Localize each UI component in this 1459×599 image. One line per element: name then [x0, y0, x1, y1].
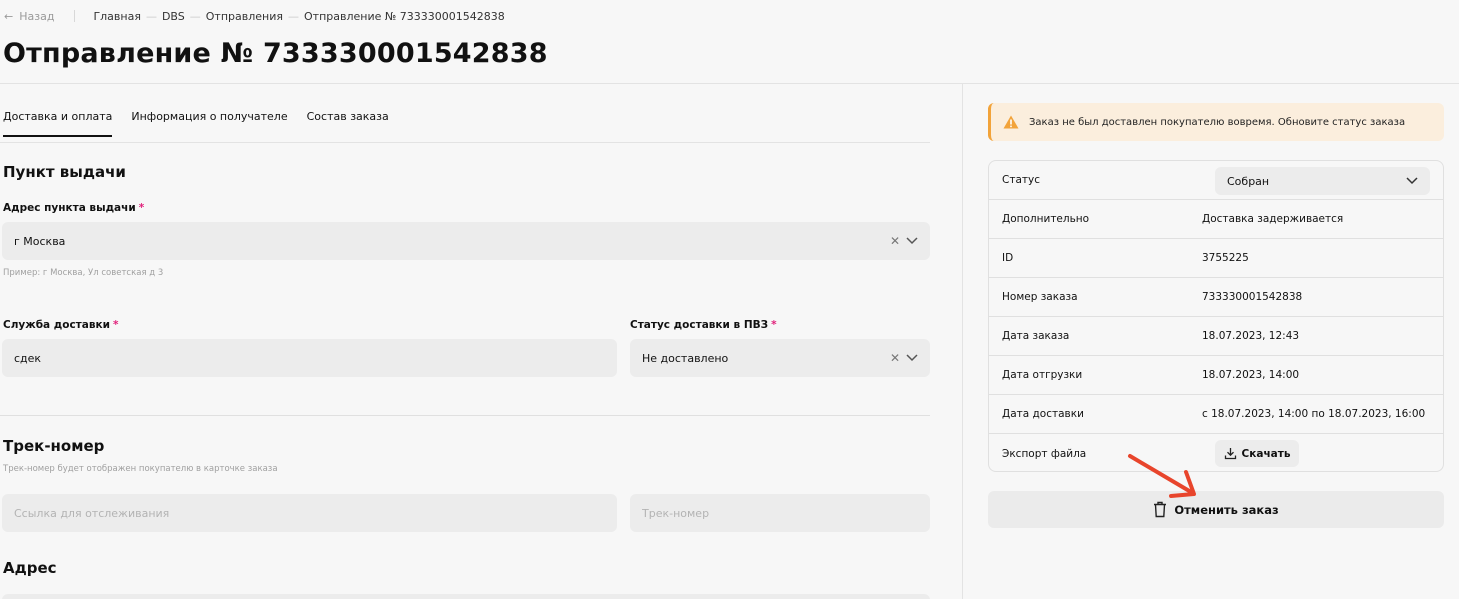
- breadcrumb-dbs[interactable]: DBS: [162, 10, 185, 23]
- delivery-service-value: сдек: [14, 351, 42, 365]
- pickup-section-title: Пункт выдачи: [3, 163, 126, 181]
- delivery-service-label: Служба доставки *: [3, 319, 119, 331]
- table-row: Дата заказа 18.07.2023, 12:43: [989, 317, 1443, 356]
- clear-icon[interactable]: ✕: [890, 234, 900, 248]
- delivery-service-field[interactable]: сдек: [2, 339, 617, 377]
- track-hint: Трек-номер будет отображен покупателю в …: [3, 464, 278, 474]
- table-row: Статус Собран: [989, 161, 1443, 200]
- cancel-order-button[interactable]: Отменить заказ: [988, 491, 1444, 528]
- table-row: Дата доставки с 18.07.2023, 14:00 по 18.…: [989, 395, 1443, 434]
- tab-bar: Доставка и оплата Информация о получател…: [3, 110, 389, 137]
- table-row: Номер заказа 733330001542838: [989, 278, 1443, 317]
- row-value: с 18.07.2023, 14:00 по 18.07.2023, 16:00: [1202, 408, 1426, 420]
- address-label: Адрес пункта выдачи *: [3, 202, 145, 214]
- header-divider: [0, 83, 1459, 84]
- required-mark: *: [138, 202, 145, 214]
- delivery-status-value: Не доставлено: [642, 351, 729, 365]
- breadcrumb-home[interactable]: Главная: [93, 10, 141, 23]
- arrow-left-icon: ←: [4, 9, 14, 23]
- breadcrumb-separator: —: [189, 9, 201, 23]
- track-number-field[interactable]: [630, 494, 930, 532]
- breadcrumb-separator: —: [288, 9, 299, 23]
- chevron-down-icon[interactable]: [906, 237, 918, 245]
- clear-icon[interactable]: ✕: [890, 351, 900, 365]
- row-label: Номер заказа: [1002, 291, 1078, 303]
- tracking-link-input[interactable]: [14, 506, 605, 520]
- required-mark: *: [112, 319, 119, 331]
- top-bar: ← Назад Главная — DBS — Отправления — От…: [0, 0, 1459, 32]
- delivery-status-label: Статус доставки в ПВЗ *: [630, 319, 777, 331]
- alert-text: Заказ не был доставлен покупателю воврем…: [1029, 116, 1406, 128]
- row-label: Дата заказа: [1002, 330, 1070, 342]
- row-label: Дата отгрузки: [1002, 369, 1083, 381]
- row-label: ID: [1002, 252, 1014, 264]
- tab-delivery-payment[interactable]: Доставка и оплата: [3, 110, 113, 137]
- export-label: Экспорт файла: [1002, 447, 1087, 460]
- chevron-down-icon[interactable]: [906, 354, 918, 362]
- row-value: 733330001542838: [1202, 291, 1303, 303]
- column-divider: [962, 84, 963, 599]
- annotation-arrow-icon: [1128, 454, 1196, 498]
- table-row: Дополнительно Доставка задерживается: [989, 200, 1443, 239]
- table-row: ID 3755225: [989, 239, 1443, 278]
- row-value: Доставка задерживается: [1202, 213, 1344, 225]
- download-icon: [1224, 448, 1236, 460]
- tracking-link-field[interactable]: [2, 494, 617, 532]
- table-row: Дата отгрузки 18.07.2023, 14:00: [989, 356, 1443, 395]
- pickup-address-value: г Москва: [14, 234, 66, 248]
- tab-order-contents[interactable]: Состав заказа: [307, 110, 389, 137]
- order-status-select[interactable]: Собран: [1215, 167, 1430, 195]
- chevron-down-icon: [1406, 177, 1418, 185]
- tab-recipient-info[interactable]: Информация о получателе: [131, 110, 287, 137]
- row-value: 18.07.2023, 12:43: [1202, 330, 1300, 342]
- pickup-address-select[interactable]: г Москва ✕: [2, 222, 930, 260]
- delay-alert: Заказ не был доставлен покупателю воврем…: [988, 103, 1444, 141]
- breadcrumb-current: Отправление № 733330001542838: [304, 9, 505, 23]
- breadcrumb-separator: —: [145, 9, 157, 23]
- breadcrumb: Главная — DBS — Отправления — Отправлени…: [93, 10, 504, 23]
- delivery-status-select[interactable]: Не доставлено ✕: [630, 339, 930, 377]
- breadcrumb-shipments[interactable]: Отправления: [206, 10, 283, 23]
- back-button[interactable]: ← Назад: [4, 10, 54, 23]
- row-label: Дополнительно: [1002, 213, 1090, 225]
- order-status-value: Собран: [1227, 174, 1270, 188]
- row-value: 3755225: [1202, 252, 1249, 264]
- download-button[interactable]: Скачать: [1215, 440, 1299, 467]
- tabs-divider: [0, 142, 930, 143]
- address-section-title: Адрес: [3, 559, 57, 577]
- warning-icon: [1003, 115, 1019, 129]
- row-label: Дата доставки: [1002, 408, 1084, 420]
- order-info-table: Статус Собран Дополнительно Доставка зад…: [988, 160, 1444, 472]
- table-row: Экспорт файла Скачать: [989, 434, 1443, 471]
- status-label: Статус: [1002, 174, 1040, 186]
- track-section-title: Трек-номер: [3, 437, 105, 455]
- track-number-input[interactable]: [642, 506, 918, 520]
- back-label: Назад: [19, 9, 55, 23]
- section-divider: [0, 415, 930, 416]
- page-title: Отправление № 733330001542838: [3, 38, 548, 69]
- top-divider: [74, 10, 76, 22]
- required-mark: *: [771, 319, 777, 331]
- download-label: Скачать: [1241, 447, 1291, 460]
- row-value: 18.07.2023, 14:00: [1202, 369, 1300, 381]
- address-field-top[interactable]: [2, 594, 930, 599]
- address-hint: Пример: г Москва, Ул советская д 3: [3, 268, 164, 278]
